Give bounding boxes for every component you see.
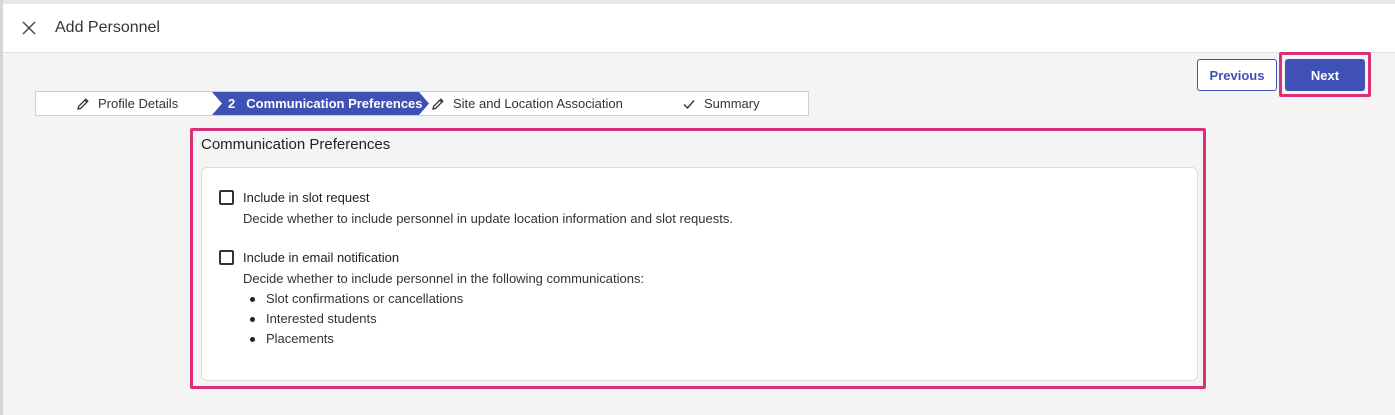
option-label: Include in email notification bbox=[243, 250, 400, 265]
step-communication-preferences[interactable]: 2 Communication Preferences bbox=[212, 92, 429, 115]
left-edge bbox=[0, 0, 3, 415]
list-item-text: Slot confirmations or cancellations bbox=[266, 291, 464, 306]
option-label: Include in slot request bbox=[243, 190, 370, 205]
page: Add Personnel Previous Next Profile Deta… bbox=[0, 0, 1395, 415]
communications-list: Slot confirmations or cancellations Inte… bbox=[243, 289, 644, 349]
option-description: Decide whether to include personnel in u… bbox=[243, 211, 733, 226]
stepper: Profile Details 2 Communication Preferen… bbox=[35, 91, 809, 116]
step-label: Site and Location Association bbox=[453, 96, 623, 111]
step-site-location-association[interactable]: Site and Location Association bbox=[431, 92, 623, 115]
close-icon bbox=[22, 21, 36, 35]
email-notification-checkbox[interactable] bbox=[219, 250, 234, 265]
step-label: Summary bbox=[704, 96, 760, 111]
list-item-text: Placements bbox=[266, 331, 334, 346]
step-label: Communication Preferences bbox=[246, 96, 423, 111]
page-title: Add Personnel bbox=[55, 19, 160, 36]
step-label: Profile Details bbox=[98, 96, 179, 111]
list-item-text: Interested students bbox=[266, 311, 377, 326]
preferences-card: Include in slot request Decide whether t… bbox=[201, 167, 1198, 381]
slot-request-checkbox[interactable] bbox=[219, 190, 234, 205]
previous-button[interactable]: Previous bbox=[1197, 59, 1277, 91]
step-number: 2 bbox=[228, 96, 236, 111]
bullet-icon bbox=[250, 296, 255, 302]
close-button[interactable] bbox=[19, 18, 39, 38]
option-slot-request: Include in slot request Decide whether t… bbox=[219, 190, 733, 226]
next-button[interactable]: Next bbox=[1285, 59, 1365, 91]
dialog-header: Add Personnel bbox=[3, 4, 1395, 53]
option-email-notification: Include in email notification Decide whe… bbox=[219, 250, 644, 349]
check-icon bbox=[683, 99, 695, 109]
list-item: Placements bbox=[243, 329, 644, 349]
bullet-icon bbox=[250, 336, 255, 342]
step-summary[interactable]: Summary bbox=[682, 92, 760, 115]
step-profile-details[interactable]: Profile Details bbox=[76, 92, 178, 115]
list-item: Interested students bbox=[243, 309, 644, 329]
option-description: Decide whether to include personnel in t… bbox=[243, 271, 645, 286]
section-title: Communication Preferences bbox=[201, 136, 391, 153]
pencil-icon bbox=[77, 97, 89, 110]
bullet-icon bbox=[250, 316, 255, 322]
list-item: Slot confirmations or cancellations bbox=[243, 289, 644, 309]
pencil-icon bbox=[432, 97, 444, 110]
